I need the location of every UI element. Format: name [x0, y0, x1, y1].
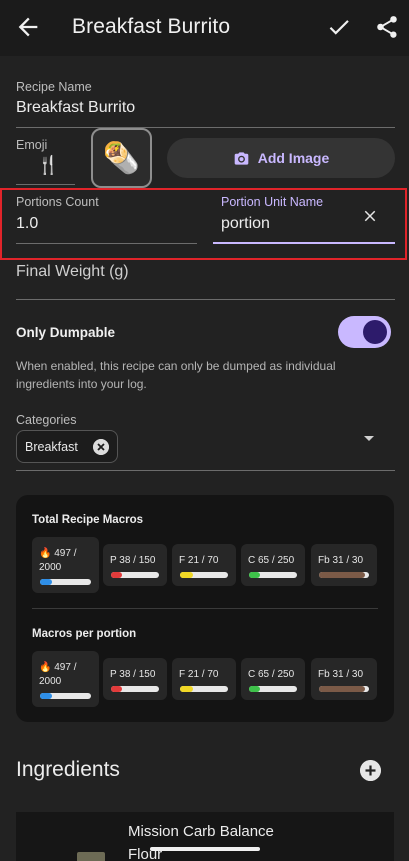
- app-bar: Breakfast Burrito: [0, 0, 409, 56]
- macro-value: F 21 / 70: [179, 555, 219, 566]
- portions-count-label: Portions Count: [16, 195, 99, 209]
- burrito-emoji: 🌯: [102, 141, 141, 175]
- macro-box: 🔥 497 / 2000: [32, 537, 99, 593]
- macro-progress-fill: [249, 686, 261, 692]
- recipe-name-input[interactable]: Breakfast Burrito: [16, 99, 135, 117]
- home-indicator[interactable]: [150, 847, 260, 851]
- macro-box: 🔥 497 / 2000: [32, 651, 99, 707]
- macro-progress-fill: [180, 686, 194, 692]
- emoji-preview[interactable]: 🌯: [91, 128, 152, 188]
- macro-value: Fb 31 / 30: [318, 555, 364, 566]
- portion-unit-label: Portion Unit Name: [221, 195, 324, 209]
- final-weight-input[interactable]: Final Weight (g): [16, 263, 129, 281]
- toggle-knob: [363, 320, 387, 344]
- macro-value: P 38 / 150: [110, 669, 156, 680]
- macro-progress-bar: [111, 572, 159, 578]
- macro-progress-fill: [40, 579, 52, 585]
- add-image-button[interactable]: Add Image: [167, 138, 395, 178]
- total-macros-title: Total Recipe Macros: [32, 514, 143, 526]
- macro-progress-bar: [249, 572, 297, 578]
- macro-progress-bar: [180, 572, 228, 578]
- macro-progress-fill: [319, 686, 365, 692]
- portion-unit-underline: [213, 242, 395, 244]
- portions-count-input[interactable]: 1.0: [16, 215, 38, 233]
- macro-value: C 65 / 250: [248, 669, 295, 680]
- camera-icon: [234, 151, 249, 165]
- emoji-label: Emoji: [16, 138, 48, 152]
- per-portion-macros-title: Macros per portion: [32, 628, 137, 640]
- emoji-input[interactable]: 🍴: [37, 155, 59, 176]
- categories-label: Categories: [16, 413, 77, 427]
- macro-value: 🔥 497 / 2000: [39, 662, 77, 687]
- macro-value: 🔥 497 / 2000: [39, 548, 77, 573]
- macro-value: F 21 / 70: [179, 669, 219, 680]
- only-dumpable-label: Only Dumpable: [16, 325, 116, 340]
- macro-box: P 38 / 150: [103, 544, 167, 586]
- macro-progress-bar: [249, 686, 297, 692]
- macros-divider: [32, 608, 378, 609]
- chip-remove-icon[interactable]: [93, 439, 109, 455]
- final-weight-underline: [16, 299, 395, 300]
- back-arrow-icon[interactable]: [14, 13, 42, 41]
- add-image-label: Add Image: [257, 150, 330, 166]
- macro-box: Fb 31 / 30: [311, 658, 377, 700]
- macro-box: C 65 / 250: [241, 658, 305, 700]
- macro-value: P 38 / 150: [110, 555, 156, 566]
- checkmark-icon[interactable]: [326, 14, 352, 40]
- only-dumpable-helper: When enabled, this recipe can only be du…: [16, 359, 336, 391]
- category-chip-label: Breakfast: [25, 439, 78, 454]
- share-icon[interactable]: [374, 14, 400, 40]
- ingredients-title: Ingredients: [16, 758, 120, 781]
- macro-box: F 21 / 70: [172, 544, 236, 586]
- macro-progress-bar: [319, 686, 369, 692]
- categories-underline: [16, 470, 395, 471]
- macro-progress-fill: [249, 572, 261, 578]
- macro-progress-fill: [111, 686, 122, 692]
- macro-box: C 65 / 250: [241, 544, 305, 586]
- macro-progress-fill: [180, 572, 194, 578]
- macro-box: P 38 / 150: [103, 658, 167, 700]
- macro-progress-bar: [40, 579, 91, 585]
- macro-progress-fill: [111, 572, 122, 578]
- macro-progress-bar: [40, 693, 91, 699]
- macro-value: C 65 / 250: [248, 555, 295, 566]
- macro-progress-fill: [319, 572, 365, 578]
- portions-count-underline: [16, 243, 197, 244]
- clear-icon[interactable]: [361, 207, 379, 225]
- macro-progress-bar: [111, 686, 159, 692]
- only-dumpable-toggle[interactable]: [338, 316, 391, 348]
- categories-dropdown-icon[interactable]: [364, 436, 374, 441]
- page-title: Breakfast Burrito: [72, 15, 231, 38]
- macro-progress-bar: [180, 686, 228, 692]
- emoji-underline: [16, 184, 75, 185]
- ingredient-name: Mission Carb Balance Flour: [128, 823, 274, 861]
- recipe-name-underline: [16, 127, 395, 128]
- macro-box: F 21 / 70: [172, 658, 236, 700]
- add-ingredient-icon[interactable]: [360, 760, 381, 781]
- macro-value: Fb 31 / 30: [318, 669, 364, 680]
- category-chip[interactable]: Breakfast: [16, 430, 118, 463]
- macro-progress-bar: [319, 572, 369, 578]
- macro-progress-fill: [40, 693, 52, 699]
- portion-unit-input[interactable]: portion: [221, 215, 270, 233]
- ingredient-image: [77, 852, 105, 861]
- macro-box: Fb 31 / 30: [311, 544, 377, 586]
- recipe-name-label: Recipe Name: [16, 80, 92, 94]
